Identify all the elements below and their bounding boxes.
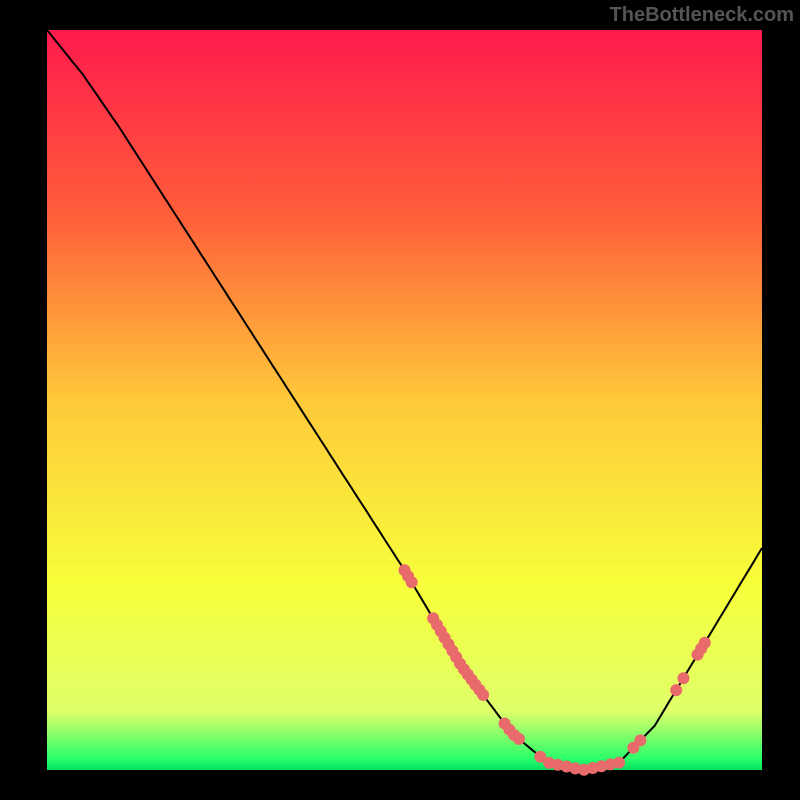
data-dot (677, 672, 689, 684)
bottleneck-chart: TheBottleneck.com (0, 0, 800, 800)
gradient-background (47, 30, 762, 770)
data-dot (477, 689, 489, 701)
data-dot (699, 637, 711, 649)
data-dot (670, 684, 682, 696)
data-dot (613, 757, 625, 769)
watermark-text: TheBottleneck.com (610, 4, 794, 27)
data-dot (634, 734, 646, 746)
data-dot (513, 733, 525, 745)
chart-svg (0, 0, 800, 800)
data-dot (406, 576, 418, 588)
